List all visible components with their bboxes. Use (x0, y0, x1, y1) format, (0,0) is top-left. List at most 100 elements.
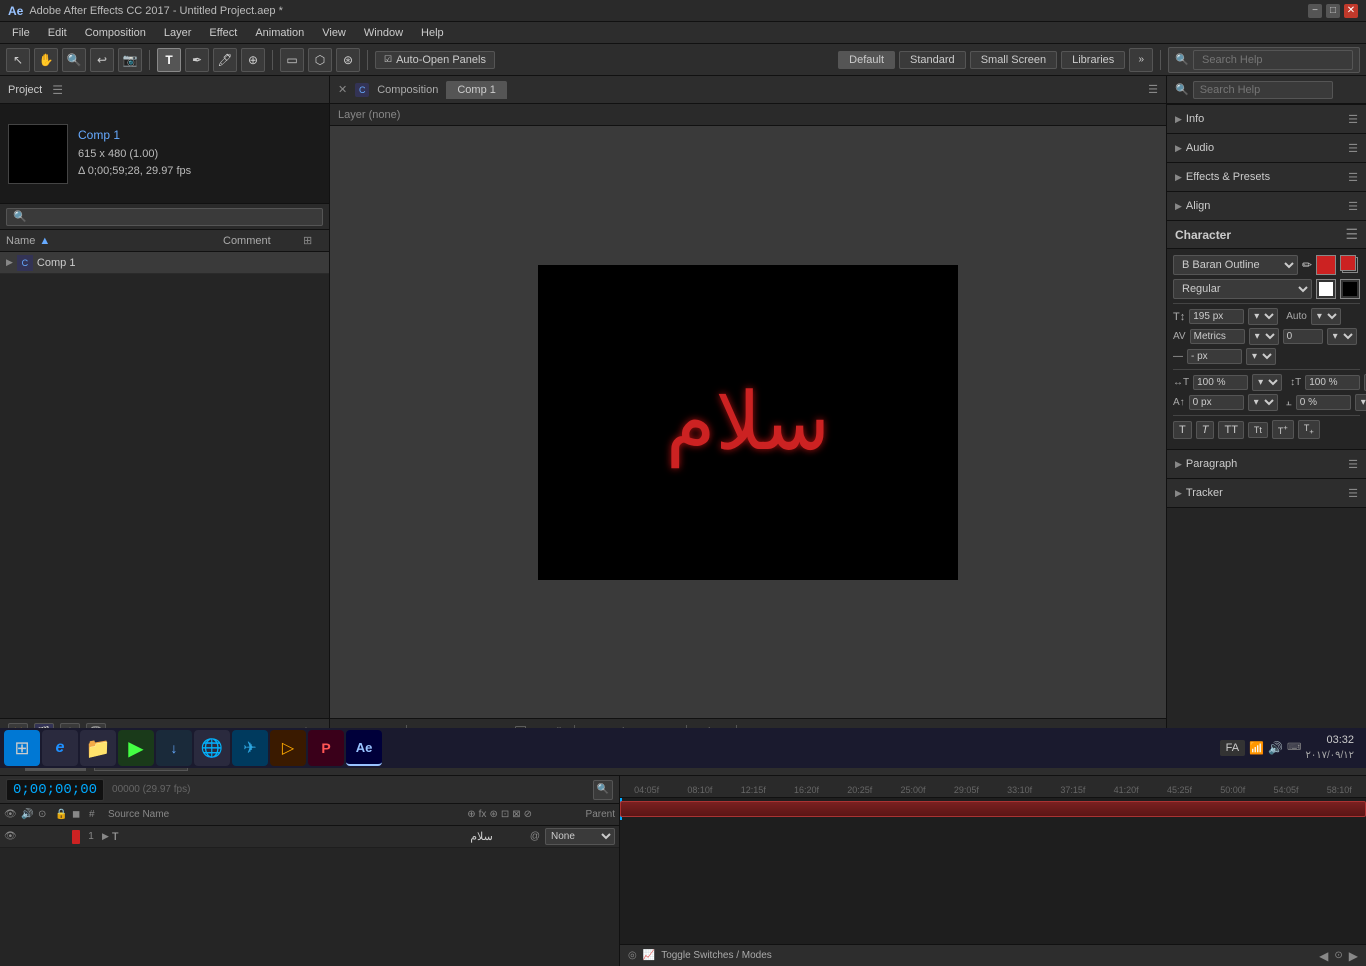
tool-text[interactable]: T (157, 48, 181, 72)
paragraph-header[interactable]: ▶ Paragraph ☰ (1167, 450, 1366, 478)
style-italic-btn[interactable]: T (1196, 421, 1215, 439)
tool-pen[interactable]: ✒ (185, 48, 209, 72)
menu-help[interactable]: Help (413, 25, 452, 41)
column-options-icon[interactable]: ⊞ (303, 235, 312, 247)
tool-puppet[interactable]: ⊛ (336, 48, 360, 72)
skew-input[interactable] (1296, 395, 1351, 410)
section-menu-icon[interactable]: ☰ (1348, 142, 1358, 155)
stroke-color-box[interactable] (1340, 255, 1360, 275)
project-search-input[interactable] (6, 208, 323, 226)
tool-clone[interactable]: ⊕ (241, 48, 265, 72)
maximize-button[interactable]: □ (1326, 4, 1340, 18)
parent-select[interactable]: None (545, 828, 615, 845)
color-swatch-1[interactable] (1316, 279, 1336, 299)
stroke-width-input[interactable] (1187, 349, 1242, 364)
chrome-app[interactable]: 🌐 (194, 730, 230, 766)
auto-dropdown[interactable]: ▾ (1311, 308, 1341, 325)
font-size-input[interactable] (1189, 309, 1244, 324)
tracking-value-input[interactable] (1283, 329, 1323, 344)
font-size-dropdown[interactable]: ▾ (1248, 308, 1278, 325)
menu-effect[interactable]: Effect (201, 25, 245, 41)
list-item[interactable]: ▶ C Comp 1 (0, 252, 329, 274)
menu-file[interactable]: File (4, 25, 38, 41)
character-menu-icon[interactable]: ☰ (1345, 226, 1358, 243)
tl-nav-left[interactable]: ◀ (1319, 949, 1328, 963)
lang-indicator[interactable]: FA (1220, 740, 1245, 756)
skew-dropdown[interactable]: ▾ (1355, 394, 1366, 411)
menu-window[interactable]: Window (356, 25, 411, 41)
auto-open-btn[interactable]: ☑ Auto-Open Panels (375, 51, 495, 69)
pencil-icon[interactable]: ✏ (1302, 258, 1312, 272)
color-swatch-2[interactable] (1340, 279, 1360, 299)
style-smallcaps-btn[interactable]: Tt (1248, 422, 1268, 438)
panel-close-icon[interactable]: ✕ (338, 83, 347, 96)
workspace-small-screen[interactable]: Small Screen (970, 51, 1057, 69)
tool-zoom[interactable]: 🔍 (62, 48, 86, 72)
section-menu-icon[interactable]: ☰ (1348, 171, 1358, 184)
tracker-header[interactable]: ▶ Tracker ☰ (1167, 479, 1366, 507)
tracking-type-dropdown[interactable]: ▾ (1249, 328, 1279, 345)
close-button[interactable]: ✕ (1344, 4, 1358, 18)
popcorntime-app[interactable]: P (308, 730, 344, 766)
section-menu-icon[interactable]: ☰ (1348, 200, 1358, 213)
telegram-app[interactable]: ✈ (232, 730, 268, 766)
tool-rotate[interactable]: ↩ (90, 48, 114, 72)
style-regular-btn[interactable]: T (1173, 421, 1192, 439)
search-help-right-input[interactable] (1193, 81, 1333, 99)
idm-app[interactable]: ↓ (156, 730, 192, 766)
search-help-input[interactable] (1193, 50, 1353, 70)
tool-hand[interactable]: ✋ (34, 48, 58, 72)
menu-layer[interactable]: Layer (156, 25, 200, 41)
tl-preview-icon[interactable]: ◎ (628, 950, 637, 961)
media-player-app[interactable]: ▶ (118, 730, 154, 766)
tool-brush[interactable]: 🖊 (213, 48, 237, 72)
font-style-select[interactable]: Regular (1173, 279, 1312, 299)
baseline-input[interactable] (1189, 395, 1244, 410)
ie-app[interactable]: e (42, 730, 78, 766)
tl-toggle-label[interactable]: Toggle Switches / Modes (661, 950, 772, 961)
expand-btn[interactable]: ▶ (102, 831, 109, 842)
font-name-select[interactable]: B Baran Outline (1173, 255, 1298, 275)
comp-tab-1[interactable]: Comp 1 (446, 81, 507, 99)
tracking-val-dropdown[interactable]: ▾ (1327, 328, 1357, 345)
section-menu-icon[interactable]: ☰ (1348, 113, 1358, 126)
style-allcaps-btn[interactable]: TT (1218, 421, 1243, 439)
menu-composition[interactable]: Composition (77, 25, 154, 41)
layer-bar[interactable] (620, 801, 1366, 817)
workspace-default[interactable]: Default (838, 51, 895, 69)
tool-shape[interactable]: ▭ (280, 48, 304, 72)
effects-presets-header[interactable]: ▶ Effects & Presets ☰ (1167, 163, 1366, 191)
workspace-libraries[interactable]: Libraries (1061, 51, 1125, 69)
style-sub-btn[interactable]: T+ (1298, 420, 1320, 439)
workspace-more[interactable]: » (1129, 48, 1153, 72)
eye-btn[interactable]: 👁 (4, 831, 18, 842)
section-menu-icon[interactable]: ☰ (1348, 458, 1358, 471)
start-button[interactable]: ⊞ (4, 730, 40, 766)
project-menu-icon[interactable]: ☰ (52, 83, 63, 97)
audio-header[interactable]: ▶ Audio ☰ (1167, 134, 1366, 162)
search-layer-btn[interactable]: 🔍 (593, 780, 613, 800)
menu-animation[interactable]: Animation (247, 25, 312, 41)
section-menu-icon[interactable]: ☰ (1348, 487, 1358, 500)
tool-mask[interactable]: ⬡ (308, 48, 332, 72)
tracking-type-input[interactable] (1190, 329, 1245, 344)
composition-viewer[interactable]: سلام (330, 126, 1166, 718)
minimize-button[interactable]: − (1308, 4, 1322, 18)
info-header[interactable]: ▶ Info ☰ (1167, 105, 1366, 133)
baseline-dropdown[interactable]: ▾ (1248, 394, 1278, 411)
tl-nav-right[interactable]: ▶ (1349, 949, 1358, 963)
tool-select[interactable]: ↖ (6, 48, 30, 72)
stroke-dropdown[interactable]: ▾ (1246, 348, 1276, 365)
potplayer-app[interactable]: ▷ (270, 730, 306, 766)
menu-edit[interactable]: Edit (40, 25, 75, 41)
style-super-btn[interactable]: T+ (1272, 420, 1294, 439)
tool-camera[interactable]: 📷 (118, 48, 142, 72)
fill-color-box[interactable] (1316, 255, 1336, 275)
explorer-app[interactable]: 📁 (80, 730, 116, 766)
scale-h-dropdown[interactable]: ▾ (1252, 374, 1282, 391)
menu-view[interactable]: View (314, 25, 354, 41)
timecode-display[interactable]: 0;00;00;00 (6, 779, 104, 801)
workspace-standard[interactable]: Standard (899, 51, 966, 69)
aftereffects-app[interactable]: Ae (346, 730, 382, 766)
scale-v-input[interactable] (1305, 375, 1360, 390)
